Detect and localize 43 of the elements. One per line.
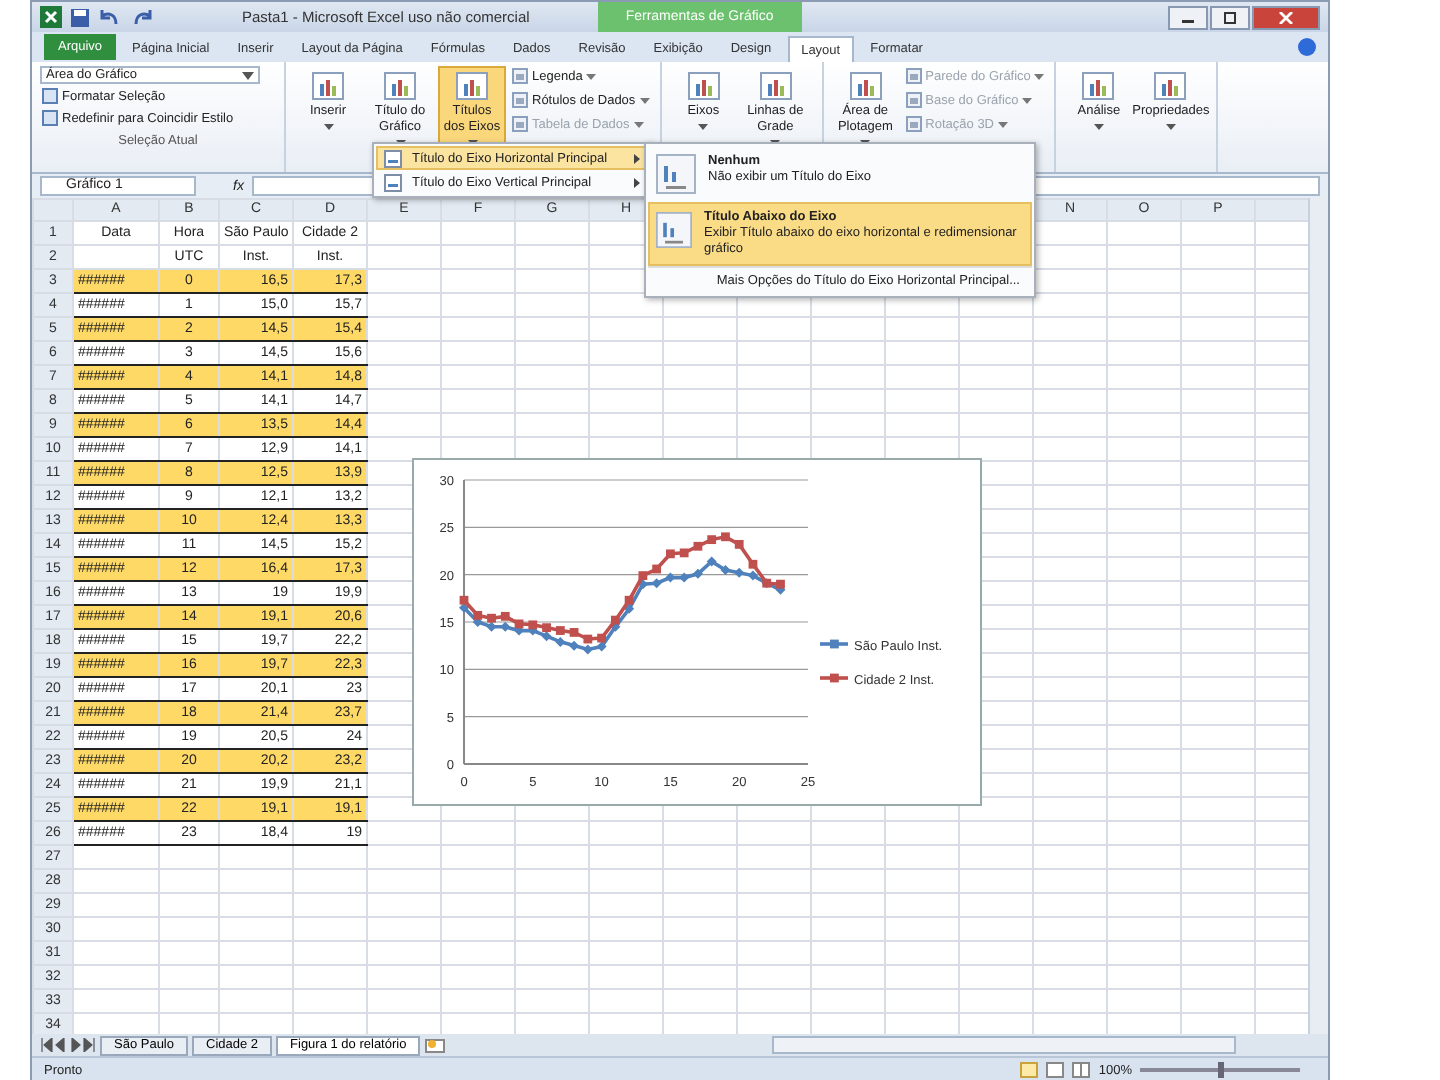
insert-sheet-icon[interactable]: [424, 1037, 449, 1053]
axis-title-icon: [384, 173, 402, 191]
chart-icon: [384, 72, 416, 100]
axis-title-icon: [384, 149, 402, 167]
page-layout-icon[interactable]: [1046, 1062, 1065, 1078]
submenu-arrow-icon: [634, 153, 640, 163]
caret-icon: [698, 124, 709, 130]
horizontal-scrollbar[interactable]: [772, 1036, 1237, 1054]
sheet-navigation-icon[interactable]: [40, 1038, 96, 1052]
chart-icon: [1154, 72, 1187, 100]
undo-icon[interactable]: [98, 7, 122, 27]
excel-logo-icon: [40, 6, 62, 28]
chart-icon: [759, 72, 792, 100]
submenu-arrow-icon: [634, 177, 640, 187]
caret-icon: [323, 124, 333, 130]
minimize-button[interactable]: [1168, 5, 1208, 29]
page-break-icon[interactable]: [1072, 1062, 1091, 1078]
caret-icon: [998, 121, 1008, 127]
maximize-button[interactable]: [1210, 5, 1250, 29]
maximize-icon: [1222, 11, 1238, 23]
caret-icon: [1022, 97, 1033, 103]
caret-icon: [1093, 124, 1104, 130]
caret-icon: [633, 121, 644, 127]
caret-icon: [586, 73, 597, 79]
chart-icon: [849, 72, 882, 100]
chart-icon: [456, 72, 488, 100]
save-icon[interactable]: [70, 7, 90, 27]
chart-icon: [312, 72, 344, 100]
axis-title-icon: [656, 154, 696, 194]
redo-icon[interactable]: [130, 7, 154, 27]
chart-icon: [687, 72, 720, 100]
axis-title-icon: [656, 210, 693, 250]
vertical-scrollbar[interactable]: [1308, 198, 1328, 1034]
caret-icon: [1165, 124, 1176, 130]
caret-icon: [1034, 73, 1045, 79]
caret-icon: [242, 71, 254, 79]
legend-marker: [820, 673, 848, 683]
help-icon[interactable]: [1298, 38, 1316, 56]
chart-icon: [1082, 72, 1115, 100]
caret-icon: [639, 97, 650, 103]
close-button[interactable]: [1252, 5, 1320, 29]
close-icon: [1278, 11, 1294, 23]
legend-marker: [820, 639, 848, 649]
